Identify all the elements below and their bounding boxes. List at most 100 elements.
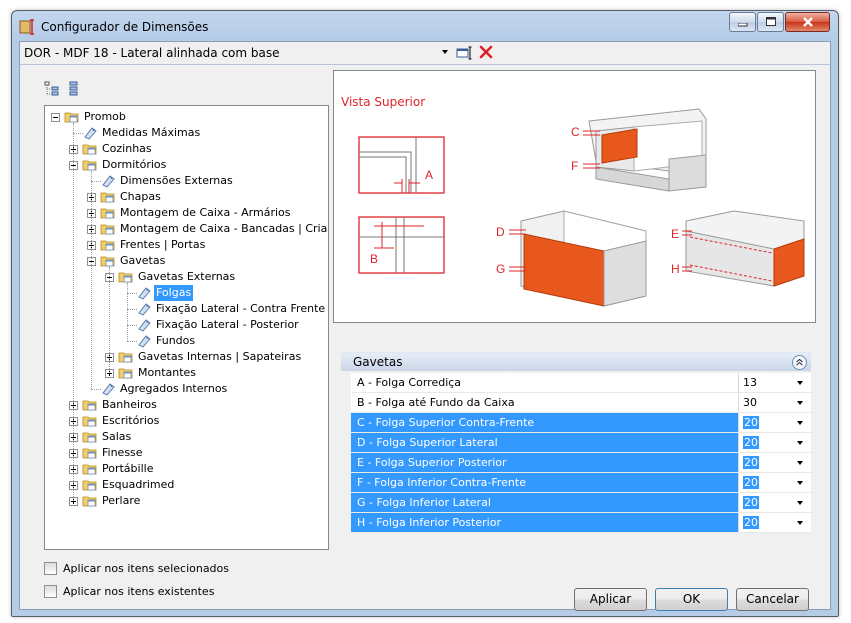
category-tree[interactable]: Promob Medidas Máximas Cozinhas Dormitórios… (44, 105, 329, 550)
property-value: 20 (743, 456, 759, 469)
tree-item[interactable]: Chapas (45, 189, 328, 205)
tree-item-label: Fixação Lateral - Posterior (156, 318, 299, 331)
property-value-dropdown[interactable]: 20 (740, 513, 794, 532)
cancel-button[interactable]: Cancelar (736, 588, 809, 611)
svg-text:F: F (571, 159, 578, 173)
tree-item[interactable]: Finesse (45, 445, 328, 461)
property-value: 20 (743, 476, 759, 489)
collapse-chevron-icon[interactable] (792, 355, 807, 370)
tree-item[interactable]: Dormitórios (45, 157, 328, 173)
property-value: 20 (743, 416, 759, 429)
property-value: 30 (743, 396, 757, 409)
tree-item[interactable]: Promob (45, 109, 328, 125)
apply-selected-label: Aplicar nos itens selecionados (63, 562, 230, 575)
tag-icon (102, 383, 115, 396)
folder-icon (82, 464, 97, 475)
property-value: 13 (743, 376, 757, 389)
tree-item[interactable]: Frentes | Portas (45, 237, 328, 253)
svg-text:A: A (425, 168, 433, 182)
chevron-down-icon[interactable] (797, 521, 803, 525)
tree-item-label: Escritórios (102, 414, 160, 427)
property-value-dropdown[interactable]: 30 (740, 393, 794, 412)
tree-item[interactable]: Gavetas Externas (45, 269, 328, 285)
collapse-minus-icon[interactable] (51, 113, 60, 122)
tree-item[interactable]: Cozinhas (45, 141, 328, 157)
tree-item[interactable]: Gavetas Internas | Sapateiras (45, 349, 328, 365)
tree-item[interactable]: Folgas (45, 285, 328, 301)
delete-icon[interactable] (479, 45, 493, 59)
tree-item[interactable]: Montagem de Caixa - Bancadas | Criados (45, 221, 328, 237)
checkbox-box[interactable] (44, 562, 57, 575)
chevron-down-icon[interactable] (797, 481, 803, 485)
property-value-dropdown[interactable]: 20 (740, 473, 794, 492)
tree-item-label: Gavetas Internas | Sapateiras (138, 350, 302, 363)
checkbox-box[interactable] (44, 585, 57, 598)
tree-connector (127, 283, 128, 341)
tree-item-label: Agregados Internos (120, 382, 228, 395)
tree-item[interactable]: Portábille (45, 461, 328, 477)
folder-icon (82, 448, 97, 459)
property-value: 20 (743, 516, 759, 529)
apply-button[interactable]: Aplicar (574, 588, 647, 611)
tree-item[interactable]: Fundos (45, 333, 328, 349)
tree-item[interactable]: Agregados Internos (45, 381, 328, 397)
tree-item[interactable]: Fixação Lateral - Contra Frente (45, 301, 328, 317)
chevron-down-icon[interactable] (797, 421, 803, 425)
chevron-down-icon[interactable] (797, 401, 803, 405)
tree-item[interactable]: Fixação Lateral - Posterior (45, 317, 328, 333)
tree-item[interactable]: Dimensões Externas (45, 173, 328, 189)
property-row[interactable]: C - Folga Superior Contra-Frente 20 (351, 413, 811, 433)
tree-item-label: Portábille (102, 462, 154, 475)
tree-item-label: Gavetas (120, 254, 166, 267)
property-value-dropdown[interactable]: 20 (740, 493, 794, 512)
title-bar[interactable]: Configurador de Dimensões (12, 11, 838, 41)
tree-expand-icon[interactable] (44, 81, 60, 97)
edit-config-icon[interactable] (456, 46, 472, 60)
ok-button[interactable]: OK (655, 588, 728, 611)
tree-item[interactable]: Medidas Máximas (45, 125, 328, 141)
property-row[interactable]: F - Folga Inferior Contra-Frente 20 (351, 473, 811, 493)
tree-item[interactable]: Perlare (45, 493, 328, 509)
tree-item[interactable]: Esquadrimed (45, 477, 328, 493)
property-value-dropdown[interactable]: 13 (740, 373, 794, 392)
properties-section-header[interactable]: Gavetas (341, 352, 811, 371)
property-row[interactable]: D - Folga Superior Lateral 20 (351, 433, 811, 453)
property-name: B - Folga até Fundo da Caixa (351, 393, 739, 412)
tag-icon (102, 175, 115, 188)
property-value-dropdown[interactable]: 20 (740, 413, 794, 432)
chevron-down-icon[interactable] (797, 501, 803, 505)
property-row[interactable]: A - Folga Corrediça 13 (351, 373, 811, 393)
chevron-down-icon[interactable] (797, 461, 803, 465)
tree-item-label: Chapas (120, 190, 161, 203)
tree-item-label: Montantes (138, 366, 197, 379)
tree-item[interactable]: Montantes (45, 365, 328, 381)
chevron-down-icon[interactable] (797, 441, 803, 445)
property-name: A - Folga Corrediça (351, 373, 739, 392)
tree-item[interactable]: Montagem de Caixa - Armários (45, 205, 328, 221)
maximize-button[interactable] (757, 12, 784, 32)
minimize-button[interactable] (729, 12, 756, 32)
close-button[interactable] (785, 12, 830, 32)
property-row[interactable]: E - Folga Superior Posterior 20 (351, 453, 811, 473)
property-value-dropdown[interactable]: 20 (740, 433, 794, 452)
tag-icon (84, 127, 97, 140)
property-name: H - Folga Inferior Posterior (351, 513, 739, 532)
property-name: C - Folga Superior Contra-Frente (351, 413, 739, 432)
property-value-dropdown[interactable]: 20 (740, 453, 794, 472)
svg-text:E: E (671, 227, 679, 241)
property-row[interactable]: H - Folga Inferior Posterior 20 (351, 513, 811, 533)
chevron-down-icon[interactable] (797, 381, 803, 385)
config-dropdown[interactable]: DOR - MDF 18 - Lateral alinhada com base (20, 43, 460, 63)
tree-item[interactable]: Banheiros (45, 397, 328, 413)
tree-item[interactable]: Salas (45, 429, 328, 445)
toolbar-separator (20, 64, 830, 65)
tree-item[interactable]: Gavetas (45, 253, 328, 269)
tree-item-label: Finesse (102, 446, 143, 459)
tree-item[interactable]: Escritórios (45, 413, 328, 429)
property-row[interactable]: G - Folga Inferior Lateral 20 (351, 493, 811, 513)
tree-connector (91, 171, 92, 389)
tree-connector (73, 123, 74, 501)
property-row[interactable]: B - Folga até Fundo da Caixa 30 (351, 393, 811, 413)
tree-collapse-icon[interactable] (66, 81, 82, 97)
tree-item-label: Dormitórios (102, 158, 167, 171)
